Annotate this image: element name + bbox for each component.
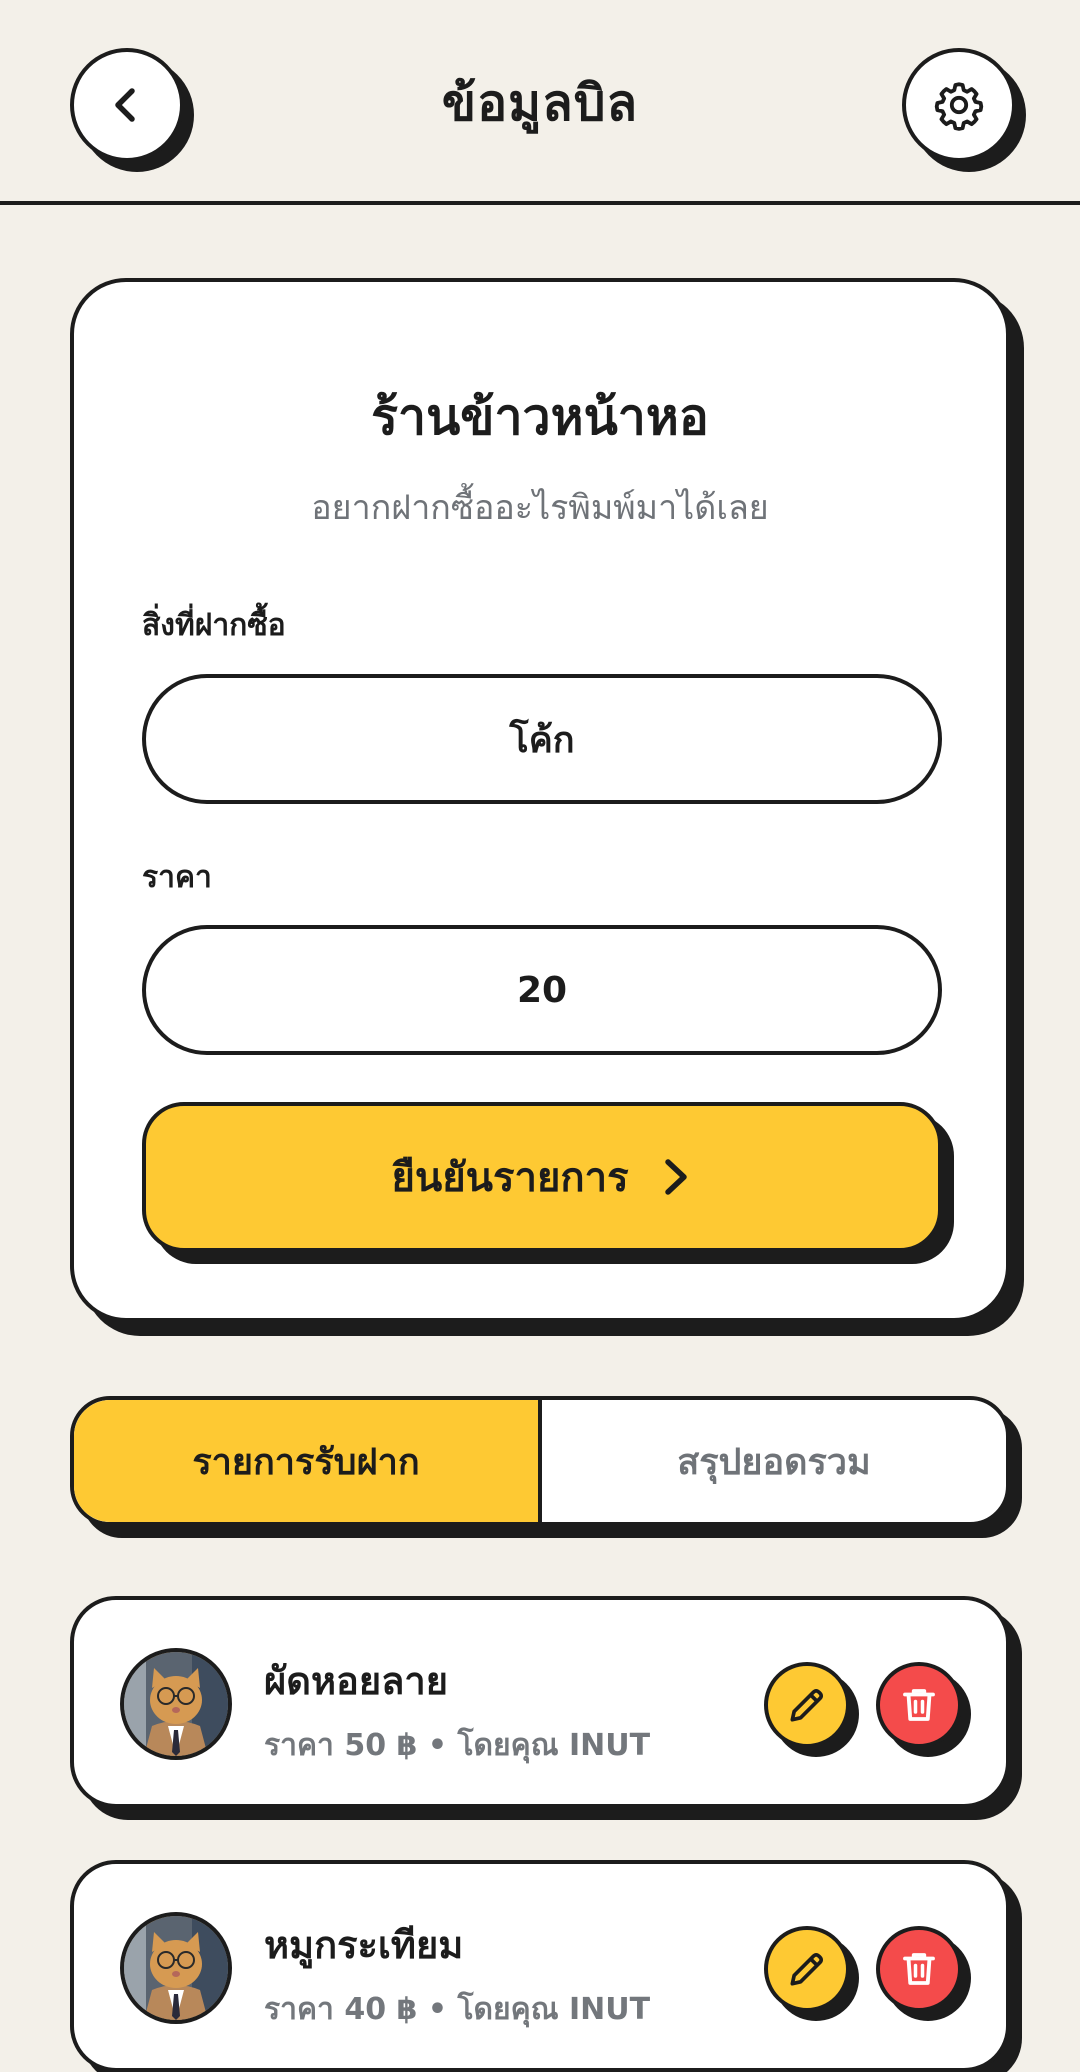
gear-icon — [934, 82, 984, 131]
list-item: หมูกระเทียม ราคา 40 ฿ • โดยคุณ INUT — [70, 1860, 1010, 2072]
app-header: ข้อมูลบิล — [0, 0, 1080, 205]
cat-avatar-image — [124, 1652, 228, 1756]
item-input[interactable]: โค้ก — [142, 674, 942, 804]
shop-name: ร้านข้าวหน้าหอ — [371, 388, 709, 446]
avatar — [120, 1648, 232, 1760]
pencil-icon — [790, 1688, 824, 1722]
cat-avatar-image — [124, 1916, 228, 2020]
item-meta: ราคา 40 ฿ • โดยคุณ INUT — [264, 1992, 651, 2027]
avatar — [120, 1912, 232, 2024]
price-input[interactable]: 20 — [142, 925, 942, 1055]
tab-received-items[interactable]: รายการรับฝาก — [74, 1400, 542, 1522]
tab-summary[interactable]: สรุปยอดรวม — [542, 1400, 1006, 1522]
item-field-label: สิ่งที่ฝากซื้อ — [142, 608, 286, 643]
list-item: ผัดหอยลาย ราคา 50 ฿ • โดยคุณ INUT — [70, 1596, 1010, 1808]
item-name: หมูกระเทียม — [264, 1923, 464, 1967]
order-form-card: ร้านข้าวหน้าหอ อยากฝากซื้ออะไรพิมพ์มาได้… — [70, 278, 1010, 1322]
item-meta: ราคา 50 ฿ • โดยคุณ INUT — [264, 1728, 651, 1763]
form-hint: อยากฝากซื้ออะไรพิมพ์มาได้เลย — [311, 488, 769, 528]
chevron-right-icon — [664, 1159, 687, 1195]
edit-button[interactable] — [764, 1662, 850, 1748]
pencil-icon — [790, 1952, 824, 1986]
price-field-label: ราคา — [142, 860, 212, 895]
delete-button[interactable] — [876, 1662, 962, 1748]
settings-button[interactable] — [902, 48, 1016, 162]
edit-button[interactable] — [764, 1926, 850, 2012]
trash-icon — [903, 1689, 935, 1721]
tab-bar: รายการรับฝาก สรุปยอดรวม — [70, 1396, 1010, 1526]
trash-icon — [903, 1953, 935, 1985]
confirm-button-label: ยืนยันรายการ — [391, 1155, 629, 1201]
item-name: ผัดหอยลาย — [264, 1659, 448, 1703]
confirm-button[interactable]: ยืนยันรายการ — [142, 1102, 942, 1252]
delete-button[interactable] — [876, 1926, 962, 2012]
